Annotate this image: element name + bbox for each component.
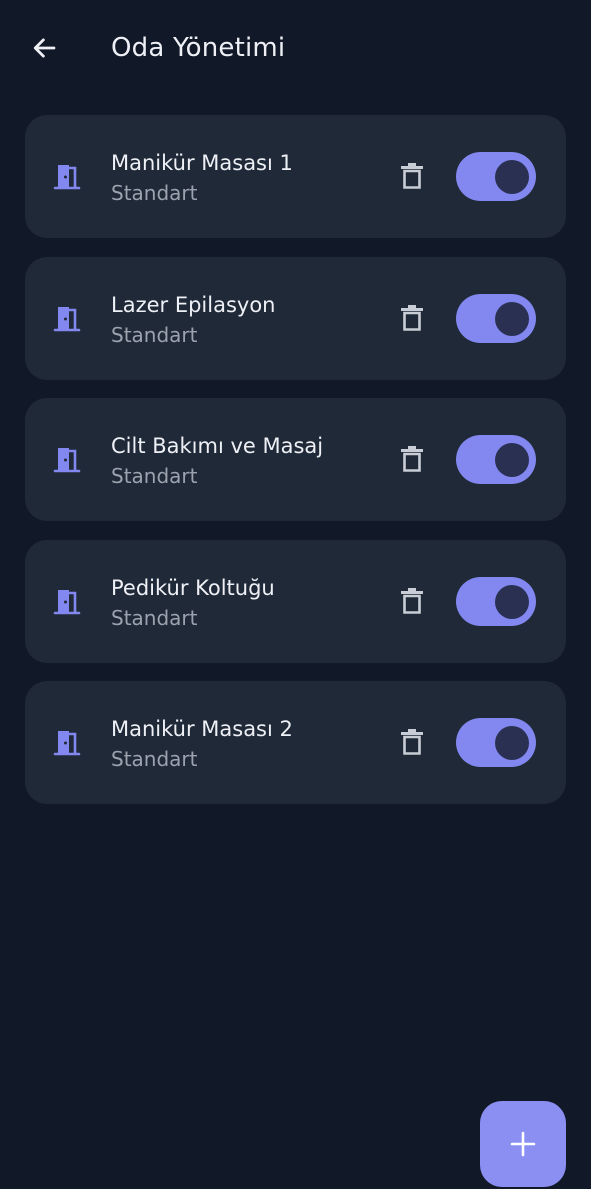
room-name: Cilt Bakımı ve Masaj <box>111 434 324 459</box>
door-icon <box>53 589 81 615</box>
door-icon <box>53 165 81 190</box>
plus-icon <box>510 1131 536 1157</box>
room-card[interactable]: Manikür Masası 2 Standart <box>25 681 566 805</box>
delete-button[interactable] <box>393 297 431 339</box>
trash-icon <box>401 304 423 331</box>
room-card[interactable]: Manikür Masası 1 Standart <box>25 115 566 238</box>
toggle-knob <box>495 301 529 336</box>
room-card[interactable]: Cilt Bakımı ve Masaj Standart <box>25 398 566 522</box>
room-name: Pedikür Koltuğu <box>111 575 275 600</box>
delete-button[interactable] <box>393 438 431 480</box>
app-bar: Oda Yönetimi <box>0 0 591 98</box>
room-name: Lazer Epilasyon <box>111 292 276 317</box>
trash-icon <box>401 446 423 472</box>
room-type: Standart <box>111 747 198 772</box>
door-icon <box>53 306 81 331</box>
back-button[interactable] <box>22 28 66 68</box>
delete-button[interactable] <box>393 580 431 622</box>
delete-button[interactable] <box>393 721 431 763</box>
page-title: Oda Yönetimi <box>111 33 286 63</box>
room-name: Manikür Masası 2 <box>111 717 293 742</box>
trash-icon <box>401 729 423 756</box>
door-icon <box>53 448 81 473</box>
room-type: Standart <box>111 322 198 347</box>
active-toggle[interactable] <box>456 435 536 485</box>
active-toggle[interactable] <box>456 718 536 768</box>
toggle-knob <box>495 584 529 619</box>
room-list: Manikür Masası 1 Standart Lazer Epilasyo… <box>25 115 566 823</box>
room-name: Manikür Masası 1 <box>111 151 293 175</box>
delete-button[interactable] <box>393 155 431 197</box>
room-type: Standart <box>111 605 198 630</box>
toggle-knob <box>495 160 529 194</box>
arrow-left-icon <box>33 38 56 58</box>
room-type: Standart <box>111 181 198 205</box>
room-type: Standart <box>111 464 198 489</box>
trash-icon <box>401 163 423 189</box>
active-toggle[interactable] <box>456 576 536 626</box>
room-card[interactable]: Lazer Epilasyon Standart <box>25 256 566 380</box>
room-card[interactable]: Pedikür Koltuğu Standart <box>25 539 566 663</box>
trash-icon <box>401 587 423 614</box>
add-room-button[interactable] <box>480 1101 566 1187</box>
toggle-knob <box>495 443 529 478</box>
toggle-knob <box>495 726 529 761</box>
active-toggle[interactable] <box>456 293 536 343</box>
door-icon <box>53 731 81 756</box>
active-toggle[interactable] <box>456 152 536 201</box>
